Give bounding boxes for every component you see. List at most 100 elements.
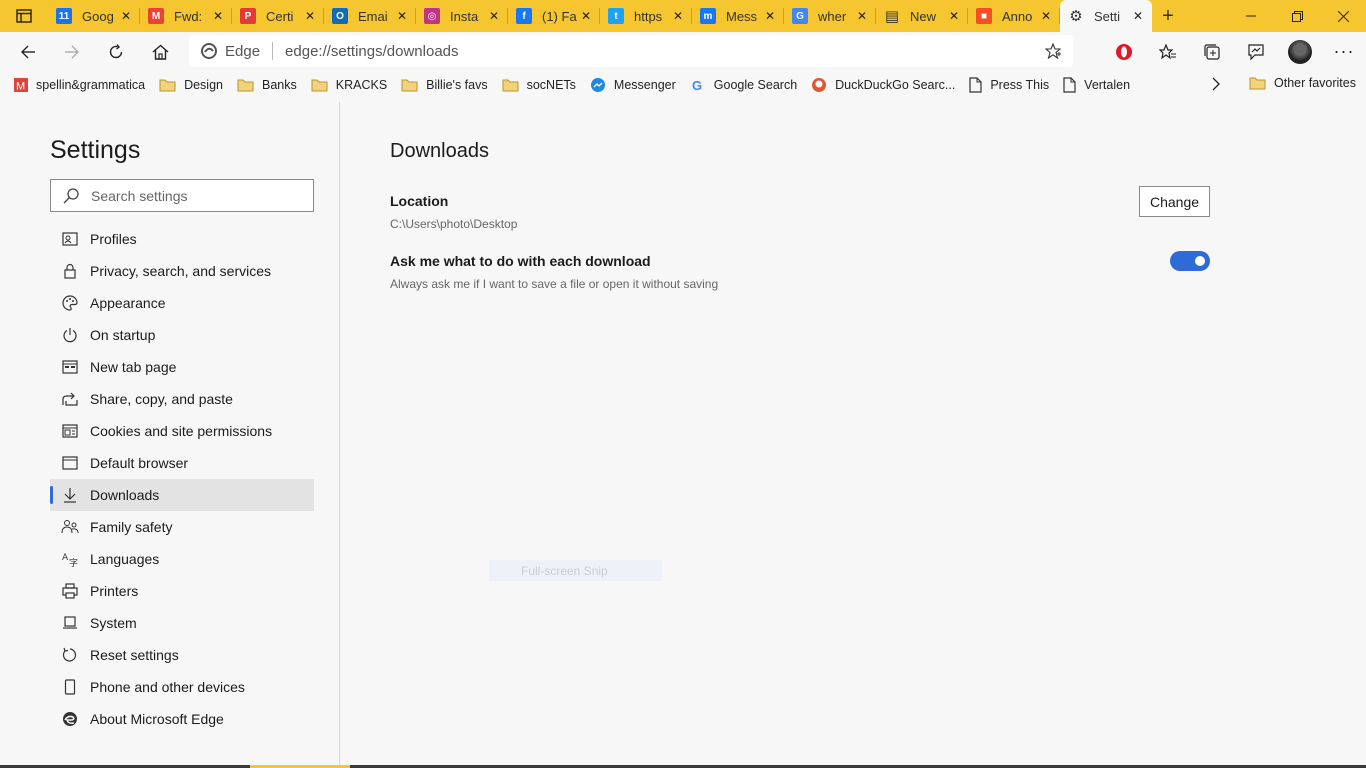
favorite-label: Billie's favs — [426, 78, 488, 92]
facebook-icon: f — [516, 8, 532, 24]
address-separator — [272, 42, 274, 60]
tab-title: Mess — [726, 8, 758, 24]
collections-button[interactable] — [1190, 34, 1234, 70]
more-menu-button[interactable]: ··· — [1322, 34, 1366, 70]
tab[interactable]: m Mess ✕ — [692, 0, 784, 32]
tab-close-icon[interactable]: ✕ — [302, 9, 318, 23]
profile-avatar-button[interactable] — [1278, 34, 1322, 70]
tab-close-icon[interactable]: ✕ — [118, 9, 134, 23]
favorite-item[interactable]: Vertalen — [1063, 77, 1130, 93]
sidebar-item-label: Cookies and site permissions — [90, 423, 273, 439]
sidebar-item-printers[interactable]: Printers — [50, 575, 314, 607]
edge-icon — [50, 711, 90, 727]
home-button[interactable] — [138, 34, 182, 70]
folder-icon — [159, 78, 176, 92]
tab-actions-button[interactable] — [0, 0, 48, 32]
favorite-item[interactable]: Design — [159, 78, 223, 92]
page-icon — [969, 77, 982, 93]
folder-icon — [1249, 77, 1266, 90]
sidebar-item-phone-and-other-devices[interactable]: Phone and other devices — [50, 671, 314, 703]
settings-page: Settings Search settings Profiles Privacy… — [0, 102, 1366, 768]
ask-download-label: Ask me what to do with each download — [390, 253, 651, 269]
tab-close-icon[interactable]: ✕ — [1130, 9, 1146, 23]
change-location-button[interactable]: Change — [1139, 186, 1210, 217]
tab[interactable]: ◎ Insta ✕ — [416, 0, 508, 32]
duckduckgo-icon — [811, 77, 827, 93]
address-bar[interactable]: Edge edge://settings/downloads — [189, 35, 1073, 67]
pdf-icon: P — [240, 8, 256, 24]
favorite-item[interactable]: socNETs — [502, 78, 576, 92]
tab-title: Anno — [1002, 8, 1033, 24]
favorite-label: Design — [184, 78, 223, 92]
tab-close-icon[interactable]: ✕ — [1038, 9, 1054, 23]
favorite-item[interactable]: Press This — [969, 77, 1049, 93]
site-info-badge[interactable]: Edge — [189, 43, 260, 60]
tab-close-icon[interactable]: ✕ — [946, 9, 962, 23]
tab-active[interactable]: ⚙ Setti ✕ — [1060, 0, 1152, 32]
search-settings-input[interactable]: Search settings — [50, 179, 314, 212]
phone-icon — [50, 679, 90, 695]
favorite-item[interactable]: KRACKS — [311, 78, 387, 92]
sidebar-item-privacy-search-and-services[interactable]: Privacy, search, and services — [50, 255, 314, 287]
favorite-label: Messenger — [613, 78, 676, 92]
sidebar-item-downloads[interactable]: Downloads — [50, 479, 314, 511]
restore-button[interactable] — [1274, 0, 1320, 32]
add-favorite-button[interactable] — [1033, 43, 1073, 59]
back-button[interactable] — [6, 34, 50, 70]
sidebar-item-reset-settings[interactable]: Reset settings — [50, 639, 314, 671]
tab[interactable]: O Emai ✕ — [324, 0, 416, 32]
new-tab-button[interactable]: + — [1152, 0, 1184, 32]
forward-button[interactable] — [50, 34, 94, 70]
sidebar-item-on-startup[interactable]: On startup — [50, 319, 314, 351]
sidebar-item-system[interactable]: System — [50, 607, 314, 639]
sidebar-item-share-copy-and-paste[interactable]: Share, copy, and paste — [50, 383, 314, 415]
close-window-button[interactable] — [1320, 0, 1366, 32]
tab-close-icon[interactable]: ✕ — [854, 9, 870, 23]
other-favorites[interactable]: Other favorites — [1249, 76, 1356, 90]
tab[interactable]: P Certi ✕ — [232, 0, 324, 32]
tab[interactable]: 11 Goog ✕ — [48, 0, 140, 32]
favorite-item[interactable]: Banks — [237, 78, 297, 92]
tab-close-icon[interactable]: ✕ — [762, 9, 778, 23]
lock-icon — [50, 263, 90, 279]
tab-close-icon[interactable]: ✕ — [394, 9, 410, 23]
tab[interactable]: ■ Anno ✕ — [968, 0, 1060, 32]
sidebar-item-new-tab-page[interactable]: New tab page — [50, 351, 314, 383]
favorite-label: spellin&grammatica — [36, 78, 146, 92]
tab[interactable]: M Fwd: ✕ — [140, 0, 232, 32]
settings-title: Settings — [50, 136, 141, 164]
favorites-button[interactable] — [1146, 34, 1190, 70]
url-text[interactable]: edge://settings/downloads — [285, 43, 1033, 60]
feedback-button[interactable] — [1234, 34, 1278, 70]
favorite-item[interactable]: G Google Search — [690, 77, 797, 93]
opera-extension-button[interactable] — [1102, 34, 1146, 70]
favorite-item[interactable]: Mspellin&grammatica — [14, 78, 145, 92]
favorite-item[interactable]: Billie's favs — [401, 78, 488, 92]
minimize-button[interactable] — [1228, 0, 1274, 32]
favorite-item[interactable]: DuckDuckGo Searc... — [811, 77, 955, 93]
profile-icon — [50, 231, 90, 247]
tab-close-icon[interactable]: ✕ — [670, 9, 686, 23]
tab[interactable]: Gwher ✕ — [784, 0, 876, 32]
refresh-icon — [109, 43, 123, 58]
sidebar-item-appearance[interactable]: Appearance — [50, 287, 314, 319]
refresh-button[interactable] — [94, 34, 138, 70]
ask-download-toggle[interactable] — [1170, 251, 1210, 271]
site-info-label: Edge — [225, 42, 261, 60]
tab[interactable]: ▤ New ✕ — [876, 0, 968, 32]
sidebar-item-languages[interactable]: A 字 Languages — [50, 543, 314, 575]
favorite-item[interactable]: Messenger — [590, 77, 676, 93]
folder-icon — [401, 78, 418, 92]
tab-close-icon[interactable]: ✕ — [210, 9, 226, 23]
tab[interactable]: t https ✕ — [600, 0, 692, 32]
location-label: Location — [390, 193, 449, 209]
tab-close-icon[interactable]: ✕ — [486, 9, 502, 23]
sidebar-item-default-browser[interactable]: Default browser — [50, 447, 314, 479]
tab-close-icon[interactable]: ✕ — [578, 9, 594, 23]
sidebar-item-cookies-and-site-permissions[interactable]: Cookies and site permissions — [50, 415, 314, 447]
sidebar-item-about-microsoft-edge[interactable]: About Microsoft Edge — [50, 703, 314, 735]
sidebar-item-family-safety[interactable]: Family safety — [50, 511, 314, 543]
favorites-overflow-button[interactable] — [1211, 77, 1221, 94]
sidebar-item-profiles[interactable]: Profiles — [50, 223, 314, 255]
tab[interactable]: f (1) Fa ✕ — [508, 0, 600, 32]
